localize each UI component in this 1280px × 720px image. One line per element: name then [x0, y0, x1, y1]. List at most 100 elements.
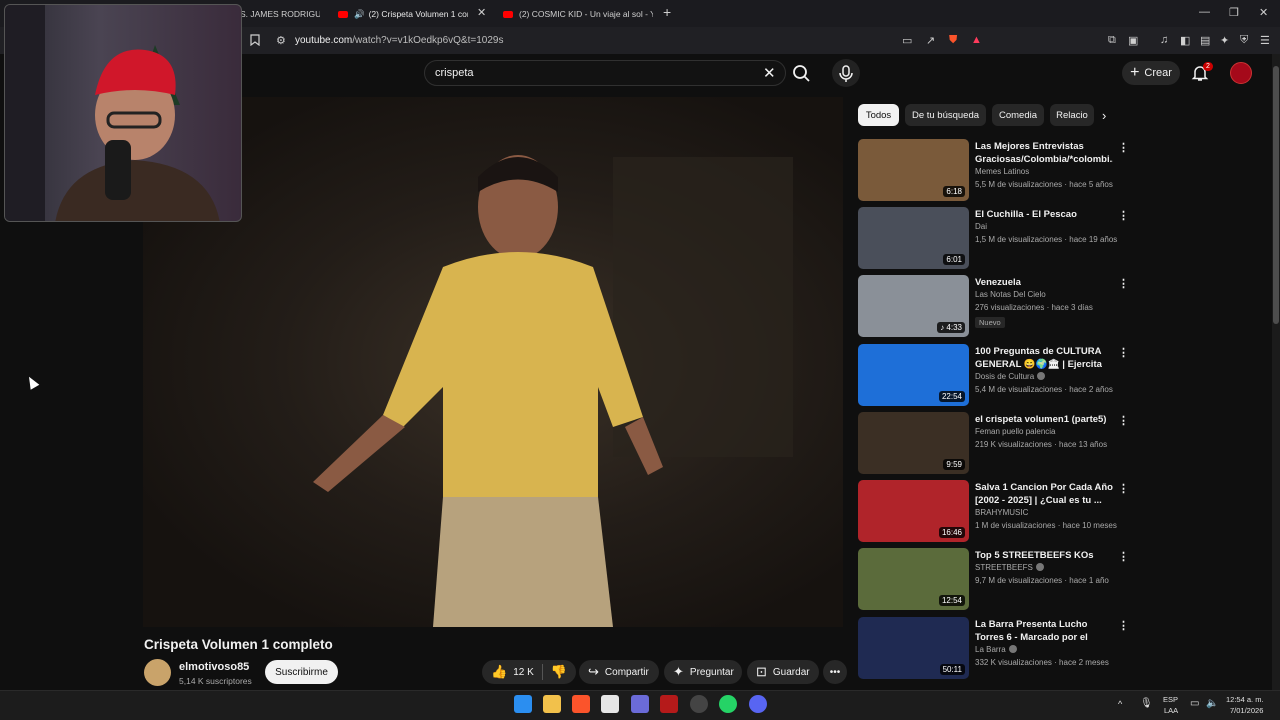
- media-icon[interactable]: ♫: [1160, 34, 1168, 46]
- ask-button[interactable]: ✦ Preguntar: [664, 660, 742, 684]
- brave-shield-icon[interactable]: ⛊: [949, 34, 957, 47]
- recommendation-title[interactable]: el crispeta volumen1 (parte5): [975, 413, 1113, 426]
- whatsapp-icon[interactable]: [719, 695, 737, 713]
- game-controller-icon[interactable]: [631, 695, 649, 713]
- clock-date[interactable]: 7/01/2026: [1230, 706, 1263, 715]
- brave-browser-icon[interactable]: [572, 695, 590, 713]
- recommendation-item[interactable]: 50:11 La Barra Presenta Lucho Torres 6 - …: [858, 617, 1129, 679]
- file-explorer-icon[interactable]: [543, 695, 561, 713]
- chip-de-tu-busqueda[interactable]: De tu búsqueda: [905, 104, 986, 126]
- extensions-icon[interactable]: ⧉: [1108, 34, 1116, 47]
- video-thumbnail[interactable]: 16:46: [858, 480, 969, 542]
- recommendation-title[interactable]: Venezuela: [975, 276, 1113, 289]
- more-options-icon[interactable]: ⋮: [1118, 550, 1129, 563]
- url-field[interactable]: youtube.com/watch?v=v1kOedkp6vQ&t=1029s: [295, 35, 503, 46]
- search-button[interactable]: [788, 60, 816, 86]
- recommendation-channel[interactable]: Dai: [975, 222, 987, 231]
- recommendation-item[interactable]: 6:18 Las Mejores Entrevistas Graciosas/Co…: [858, 139, 1129, 201]
- recommendation-title[interactable]: La Barra Presenta Lucho Torres 6 - Marca…: [975, 618, 1113, 644]
- recommendation-title[interactable]: Salva 1 Cancion Por Cada Año [2002 - 202…: [975, 481, 1113, 507]
- recommendation-channel[interactable]: Memes Latinos: [975, 167, 1029, 176]
- more-options-icon[interactable]: ⋮: [1118, 141, 1129, 154]
- microsoft-store-icon[interactable]: [601, 695, 619, 713]
- save-button[interactable]: ⊡ Guardar: [747, 660, 819, 684]
- create-button[interactable]: + Crear: [1122, 61, 1180, 85]
- video-thumbnail[interactable]: 6:18: [858, 139, 969, 201]
- wallet-icon[interactable]: ▣: [1128, 34, 1138, 47]
- leo-ai-icon[interactable]: ✦: [1220, 34, 1229, 47]
- chevron-right-icon[interactable]: ›: [1102, 108, 1106, 123]
- wallet-card-icon[interactable]: ▤: [1200, 34, 1210, 47]
- recommendation-title[interactable]: Top 5 STREETBEEFS KOs: [975, 549, 1113, 562]
- clock-time[interactable]: 12:54 a. m.: [1226, 695, 1264, 704]
- minimize-icon[interactable]: —: [1199, 6, 1210, 18]
- volume-icon[interactable]: 🔈: [1206, 698, 1218, 709]
- tab-crispeta[interactable]: 🔊 (2) Crispeta Volumen 1 comp: [338, 4, 468, 24]
- more-actions-button[interactable]: •••: [823, 660, 847, 684]
- recommendation-item[interactable]: 6:01 El Cuchilla - El Pescao Dai 1,5 M de v…: [858, 207, 1129, 269]
- tab-james-rodriguez[interactable]: S. JAMES RODRIGUEZ: [240, 4, 320, 24]
- recommendation-item[interactable]: 16:46 Salva 1 Cancion Por Cada Año [2002 …: [858, 480, 1129, 542]
- close-tab-icon[interactable]: ✕: [477, 6, 486, 19]
- discord-icon[interactable]: [749, 695, 767, 713]
- recommendation-item[interactable]: 12:54 Top 5 STREETBEEFS KOs STREETBEEFS 9,7…: [858, 548, 1129, 610]
- recommendation-channel[interactable]: STREETBEEFS: [975, 563, 1044, 572]
- more-options-icon[interactable]: ⋮: [1118, 209, 1129, 222]
- language-code[interactable]: ESP: [1163, 695, 1178, 704]
- search-input[interactable]: crispeta: [435, 67, 474, 79]
- channel-avatar[interactable]: [144, 659, 171, 686]
- recommendation-channel[interactable]: BRAHYMUSIC: [975, 508, 1028, 517]
- tab-cosmic-kid[interactable]: (2) COSMIC KID - Un viaje al sol - You: [503, 4, 653, 24]
- sidebar-icon[interactable]: ◧: [1180, 34, 1190, 47]
- more-options-icon[interactable]: ⋮: [1118, 619, 1129, 632]
- share-page-icon[interactable]: ↗: [926, 34, 935, 47]
- vpn-icon[interactable]: ⛨: [1240, 34, 1248, 47]
- recommendation-item[interactable]: 9:59 el crispeta volumen1 (parte5) Feman p…: [858, 412, 1129, 474]
- obs-icon[interactable]: [690, 695, 708, 713]
- subscribe-button[interactable]: Suscribirme: [265, 660, 338, 684]
- site-settings-icon[interactable]: ⚙: [276, 34, 286, 47]
- video-thumbnail[interactable]: 12:54: [858, 548, 969, 610]
- recommendation-title[interactable]: Las Mejores Entrevistas Graciosas/Colomb…: [975, 140, 1113, 166]
- video-thumbnail[interactable]: 50:11: [858, 617, 969, 679]
- recommendation-channel[interactable]: Dosis de Cultura: [975, 372, 1046, 381]
- video-thumbnail[interactable]: 22:54: [858, 344, 969, 406]
- menu-icon[interactable]: ☰: [1260, 34, 1270, 47]
- chip-relacionados[interactable]: Relacio: [1050, 104, 1094, 126]
- video-thumbnail[interactable]: 9:59: [858, 412, 969, 474]
- chip-comedia[interactable]: Comedia: [992, 104, 1044, 126]
- brave-rewards-icon[interactable]: ▲: [971, 34, 982, 46]
- recommendation-item[interactable]: 22:54 100 Preguntas de CULTURA GENERAL 😄🌍…: [858, 344, 1129, 406]
- recommendation-channel[interactable]: La Barra: [975, 645, 1017, 654]
- video-thumbnail[interactable]: ♪ 4:33: [858, 275, 969, 337]
- recommendation-channel[interactable]: Feman puello palencia: [975, 427, 1056, 436]
- more-options-icon[interactable]: ⋮: [1118, 346, 1129, 359]
- thumbs-up-icon[interactable]: 👍: [491, 664, 507, 680]
- new-tab-button[interactable]: +: [663, 4, 671, 20]
- recommendation-channel[interactable]: Las Notas Del Cielo: [975, 290, 1046, 299]
- more-options-icon[interactable]: ⋮: [1118, 414, 1129, 427]
- recommendation-title[interactable]: El Cuchilla - El Pescao: [975, 208, 1113, 221]
- clear-search-icon[interactable]: ✕: [763, 64, 776, 82]
- streaming-app-icon[interactable]: [660, 695, 678, 713]
- chevron-up-icon[interactable]: ^: [1118, 699, 1122, 709]
- voice-search-button[interactable]: [832, 59, 860, 87]
- windows-start-icon[interactable]: [514, 695, 532, 713]
- channel-name[interactable]: elmotivoso85: [179, 661, 249, 673]
- language-layout[interactable]: LAA: [1164, 706, 1178, 715]
- chip-todos[interactable]: Todos: [858, 104, 899, 126]
- share-button[interactable]: ↪ Compartir: [579, 660, 659, 684]
- network-icon[interactable]: ▭: [1190, 698, 1199, 709]
- cast-icon[interactable]: ▭: [902, 34, 912, 47]
- more-options-icon[interactable]: ⋮: [1118, 277, 1129, 290]
- bookmark-icon[interactable]: [250, 34, 260, 49]
- scrollbar-thumb[interactable]: [1273, 66, 1279, 324]
- search-box[interactable]: crispeta ✕: [424, 60, 786, 86]
- mic-tray-icon[interactable]: 🎙: [1140, 698, 1153, 709]
- recommendation-item[interactable]: ♪ 4:33 Venezuela Las Notas Del Cielo 276 vi…: [858, 275, 1129, 337]
- recommendation-title[interactable]: 100 Preguntas de CULTURA GENERAL 😄🌍🏛 | E…: [975, 345, 1113, 371]
- video-player[interactable]: [143, 97, 843, 627]
- restore-icon[interactable]: ❐: [1229, 6, 1239, 19]
- close-window-icon[interactable]: ✕: [1259, 6, 1268, 19]
- like-count[interactable]: 12 K: [513, 667, 534, 678]
